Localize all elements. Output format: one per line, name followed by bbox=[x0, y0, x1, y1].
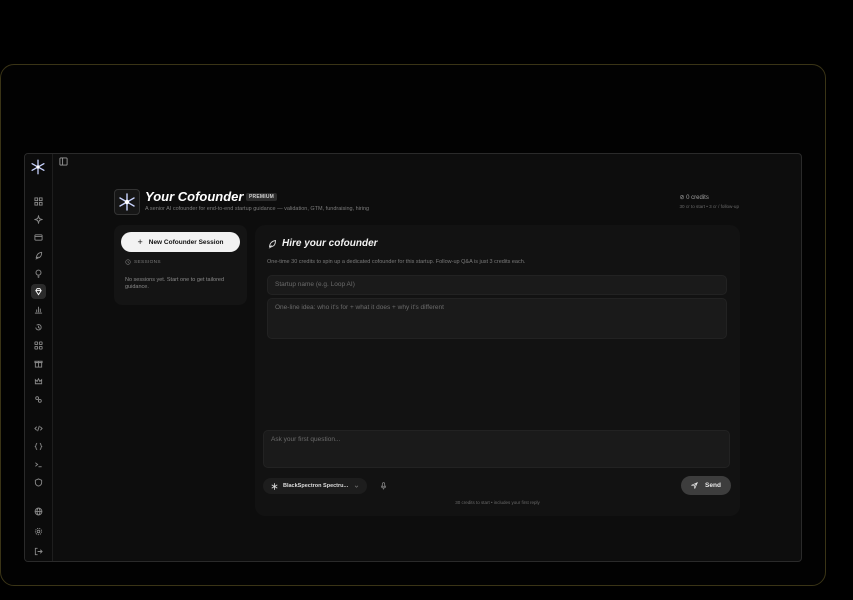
bulb-icon[interactable] bbox=[31, 266, 46, 281]
sessions-panel: + New Cofounder Session SESSIONS No sess… bbox=[114, 225, 247, 305]
model-selector[interactable]: BlackSpectron Spectru... bbox=[263, 478, 368, 494]
idea-input[interactable]: One-line idea: who it's for + what it do… bbox=[267, 298, 727, 339]
send-button[interactable]: Send bbox=[681, 476, 731, 495]
settings-icon[interactable] bbox=[31, 524, 46, 539]
clock-icon bbox=[125, 259, 131, 265]
startup-name-input[interactable]: Startup name (e.g. Loop AI) bbox=[267, 275, 727, 295]
rocket-icon[interactable] bbox=[31, 248, 46, 263]
logout-icon[interactable] bbox=[31, 544, 46, 559]
hire-title: Hire your cofounder bbox=[267, 238, 378, 249]
new-session-button[interactable]: + New Cofounder Session bbox=[121, 232, 240, 252]
gem-icon[interactable] bbox=[31, 284, 46, 299]
footer-note: 30 credits to start • includes your firs… bbox=[455, 500, 540, 505]
hire-card: Hire your cofounder One-time 30 credits … bbox=[255, 225, 740, 516]
plus-icon: + bbox=[137, 237, 143, 247]
users-icon[interactable] bbox=[31, 392, 46, 407]
crown-icon[interactable] bbox=[31, 374, 46, 389]
credits-block: ⊘ 0 credits 30 cr to start • 3 cr / foll… bbox=[679, 194, 739, 209]
snowflake-icon bbox=[119, 193, 135, 211]
sessions-label: SESSIONS bbox=[125, 259, 161, 265]
rocket-icon bbox=[268, 239, 276, 249]
grid-icon[interactable] bbox=[31, 194, 46, 209]
snowflake-icon bbox=[271, 482, 278, 490]
page-title: Your Cofounder bbox=[145, 189, 244, 204]
gift-icon[interactable] bbox=[31, 356, 46, 371]
globe-icon[interactable] bbox=[31, 504, 46, 519]
question-input[interactable]: Ask your first question... bbox=[263, 430, 730, 468]
sidebar-toggle-icon[interactable] bbox=[59, 157, 68, 166]
credits-count: ⊘ 0 credits bbox=[679, 195, 709, 201]
mic-icon[interactable] bbox=[380, 482, 387, 490]
history-icon[interactable] bbox=[31, 320, 46, 335]
shield-icon[interactable] bbox=[31, 475, 46, 490]
terminal-icon[interactable] bbox=[31, 457, 46, 472]
app-window: Your Cofounder PREMIUM A senior AI cofou… bbox=[24, 153, 802, 562]
page-subtitle: A senior AI cofounder for end-to-end sta… bbox=[145, 206, 370, 212]
chart-icon[interactable] bbox=[31, 302, 46, 317]
credits-note: 30 cr to start • 3 cr / follow-up bbox=[679, 204, 739, 209]
premium-badge: PREMIUM bbox=[246, 193, 278, 201]
card-icon[interactable] bbox=[31, 230, 46, 245]
sessions-empty-text: No sessions yet. Start one to get tailor… bbox=[125, 277, 225, 290]
code-icon[interactable] bbox=[31, 421, 46, 436]
sparkle-icon[interactable] bbox=[31, 212, 46, 227]
cofounder-avatar bbox=[114, 189, 140, 215]
app-logo[interactable] bbox=[29, 158, 47, 176]
coins-icon: ⊘ bbox=[679, 195, 685, 201]
apps-icon[interactable] bbox=[31, 338, 46, 353]
sidebar bbox=[25, 154, 53, 561]
chevron-down-icon bbox=[354, 485, 359, 488]
snowflake-logo-icon bbox=[31, 159, 45, 175]
hire-description: One-time 30 credits to spin up a dedicat… bbox=[267, 259, 526, 265]
braces-icon[interactable] bbox=[31, 439, 46, 454]
send-icon bbox=[691, 482, 699, 489]
